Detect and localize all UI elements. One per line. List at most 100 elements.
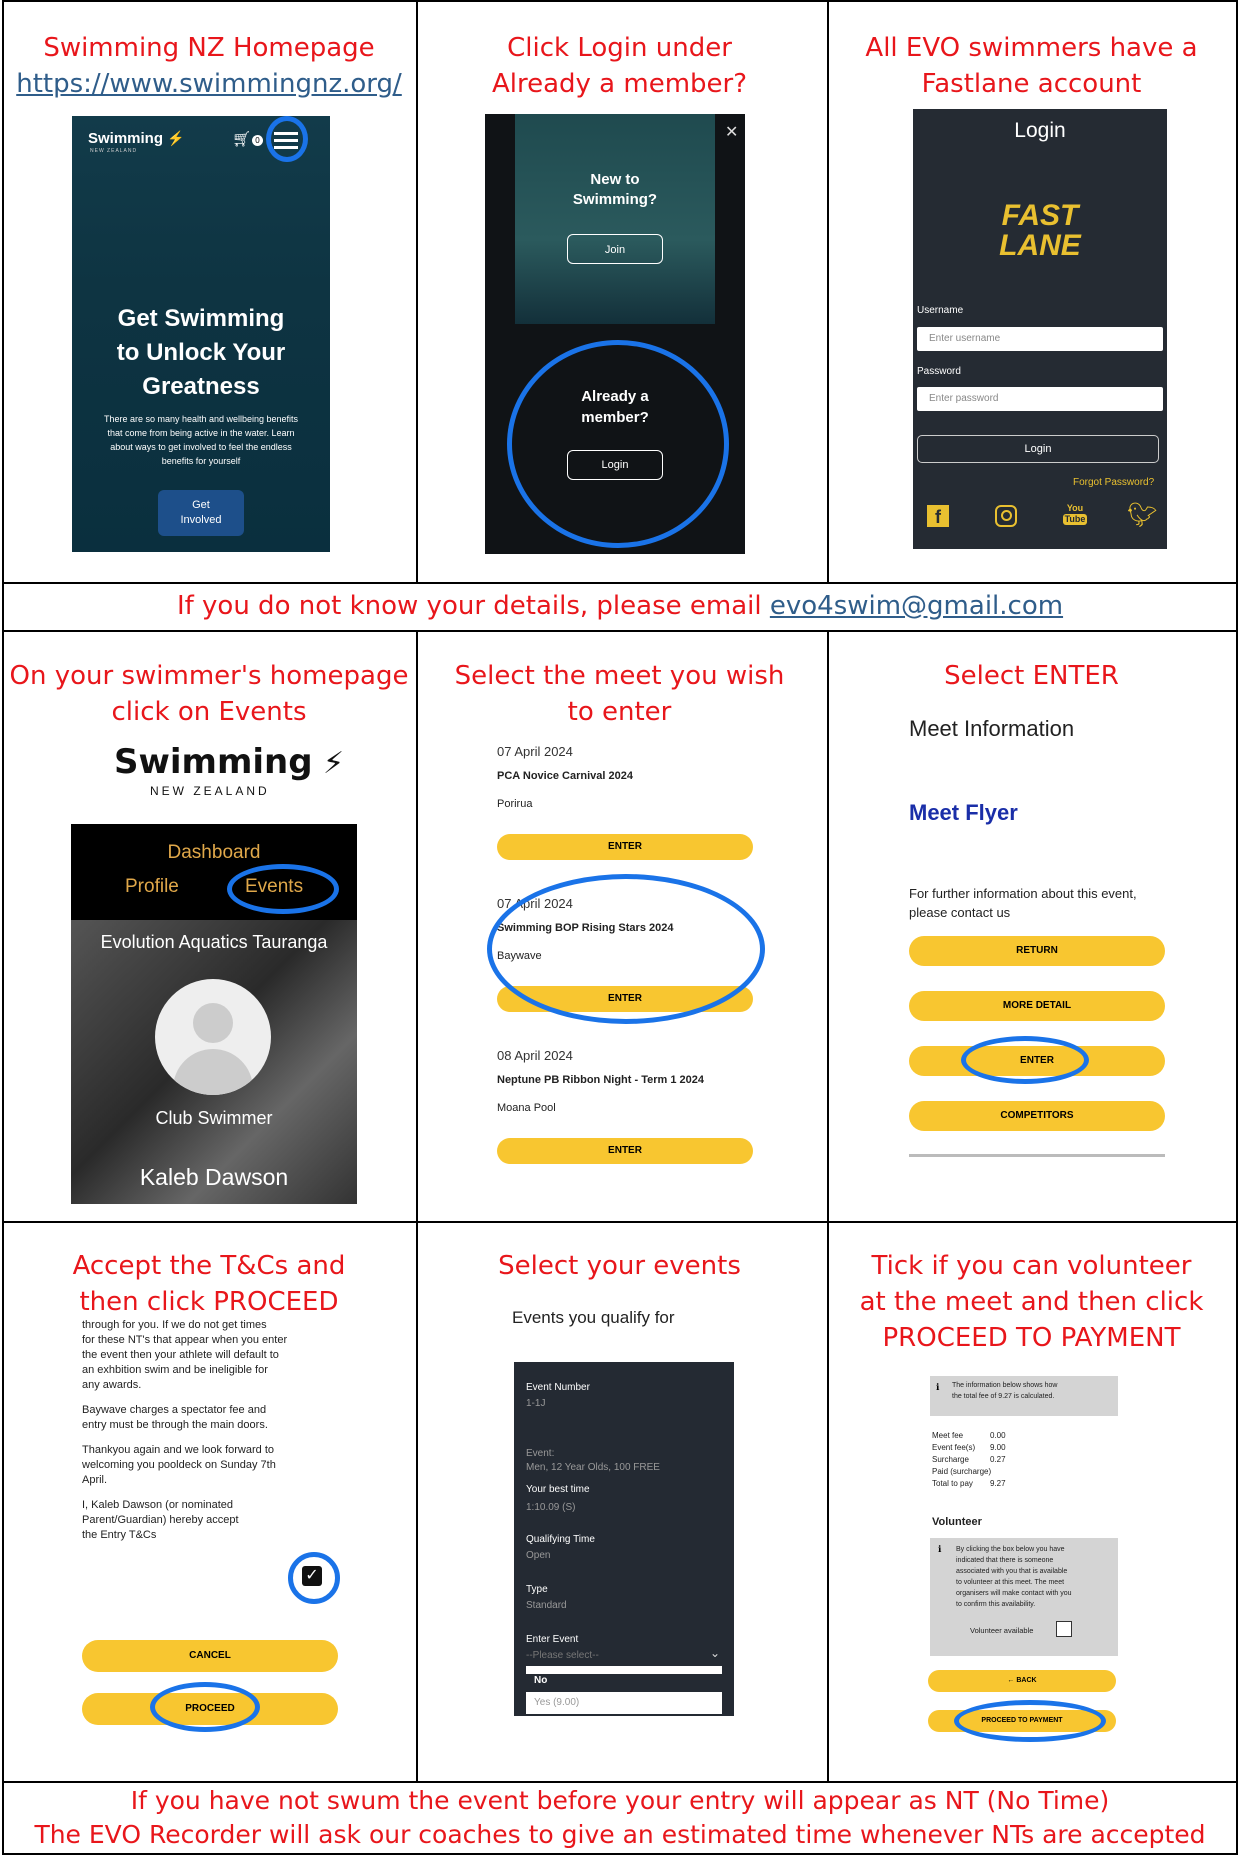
swimmer-role: Club Swimmer (155, 1108, 273, 1128)
fee-label: Paid (surcharge) (932, 1467, 992, 1476)
terms-line: entry must be through the main doors. (82, 1419, 268, 1431)
highlight-circle (487, 874, 765, 1024)
more-detail-button[interactable]: MORE DETAIL (909, 991, 1165, 1021)
hero-title: Get Swimming to Unlock Your Greatness (116, 305, 286, 400)
volunteer-label: Volunteer available (970, 1626, 1034, 1635)
youtube-icon[interactable]: You Tube (1063, 503, 1087, 525)
swimmer-photo (515, 114, 715, 324)
terms-line (82, 1393, 350, 1403)
cancel-button[interactable]: CANCEL (82, 1640, 338, 1672)
instagram-icon[interactable] (995, 505, 1017, 527)
terms-line: April. (82, 1474, 108, 1486)
highlight-circle (227, 864, 339, 914)
caption: Accept the T&Cs and then click PROCEED (72, 1251, 346, 1317)
avatar (155, 979, 271, 1095)
terms-line: any awards. (82, 1379, 142, 1391)
meet-venue: Porirua (497, 798, 533, 810)
highlight-circle (288, 1552, 340, 1604)
competitors-button[interactable]: COMPETITORS (909, 1101, 1165, 1131)
meet-venue: Moana Pool (497, 1102, 556, 1114)
dropdown-option-no[interactable]: No (526, 1666, 722, 1694)
terms-line (82, 1488, 350, 1498)
username-placeholder: Enter username (929, 333, 1001, 344)
select-placeholder[interactable]: --Please select-- (526, 1650, 599, 1661)
meet-date: 08 April 2024 (497, 1048, 573, 1063)
field-label: Enter Event (526, 1634, 579, 1645)
volunteer-line: to volunteer at this meet. The meet (956, 1579, 1065, 1586)
meet-flyer-link[interactable]: Meet Flyer (909, 800, 1018, 826)
fee-row: Meet fee 0.00 (932, 1430, 1112, 1442)
return-button[interactable]: RETURN (909, 936, 1165, 966)
twitter-icon[interactable]: 🐦︎ (1127, 501, 1157, 530)
meet-name: Neptune PB Ribbon Night - Term 1 2024 (497, 1074, 704, 1086)
field-value: Open (526, 1550, 551, 1561)
fastlane-logo: FAST LANE (999, 199, 1081, 262)
fee-label: Total to pay (932, 1479, 973, 1488)
highlight-circle (507, 340, 729, 548)
divider (909, 1154, 1165, 1157)
meet-information-screenshot: Meet Information Meet Flyer For further … (899, 708, 1181, 1168)
highlight-circle (266, 116, 308, 162)
close-icon[interactable]: ✕ (725, 122, 738, 142)
enter-button[interactable]: ENTER (497, 834, 753, 860)
dashboard-link[interactable]: Dashboard (71, 842, 357, 864)
caption: On your swimmer's homepage click on Event… (9, 661, 409, 727)
enter-button[interactable]: ENTER (497, 1138, 753, 1164)
terms-text: through for you. If we do not get times f… (82, 1318, 350, 1543)
terms-line: Thankyou again and we look forward to (82, 1444, 275, 1456)
fee-value: 0.27 (990, 1455, 1006, 1464)
divider (4, 630, 1236, 632)
divider (4, 1221, 1236, 1223)
highlight-circle (961, 1036, 1089, 1084)
volunteer-checkbox[interactable] (1056, 1621, 1072, 1637)
forgot-password-link[interactable]: Forgot Password? (1073, 477, 1154, 488)
homepage-link[interactable]: https://www.swimmingnz.org/ (4, 66, 414, 102)
volunteer-info-text: By clicking the box below you have indica… (956, 1544, 1116, 1610)
divider (416, 630, 418, 1783)
back-button[interactable]: ← BACK (928, 1670, 1116, 1692)
get-involved-button[interactable]: Get Involved (158, 490, 244, 536)
password-input[interactable]: Enter password (917, 387, 1163, 411)
fee-label: Meet fee (932, 1431, 964, 1440)
club-name: Evolution Aquatics Tauranga (100, 932, 328, 952)
fee-row: Event fee(s) 9.00 (932, 1442, 1112, 1454)
meet-date: 07 April 2024 (497, 744, 573, 759)
fee-row: Total to pay 9.27 (932, 1478, 1112, 1490)
divider (4, 582, 1236, 584)
caption: Select your events (498, 1251, 741, 1281)
highlight-circle (150, 1682, 260, 1732)
contact-info: please contact us (909, 905, 1011, 920)
field-label: Type (526, 1584, 548, 1595)
option-label: No (534, 1675, 548, 1686)
email-link[interactable]: evo4swim@gmail.com (770, 591, 1063, 621)
join-button[interactable]: Join (567, 234, 663, 264)
chevron-down-icon[interactable]: ⌄ (710, 1646, 720, 1660)
dropdown-option-yes[interactable]: Yes (9.00) (526, 1692, 722, 1714)
terms-line: through for you. If we do not get times (82, 1319, 267, 1331)
password-placeholder: Enter password (929, 393, 999, 404)
volunteer-line: indicated that there is someone (956, 1557, 1054, 1564)
username-input[interactable]: Enter username (917, 327, 1163, 351)
login-choice-screenshot: ✕ New to Swimming? Join Already a member? … (485, 114, 745, 554)
field-label: Your best time (526, 1484, 590, 1495)
terms-line (82, 1433, 350, 1443)
meet-list-screenshot: 07 April 2024 PCA Novice Carnival 2024 P… (487, 736, 767, 1176)
swimming-nz-logo: Swimming ⚡ (114, 742, 345, 782)
fee-info-text: the total fee of 9.27 is calculated. (952, 1393, 1055, 1400)
cart-count: 0 (252, 135, 263, 146)
profile-link[interactable]: Profile (125, 876, 179, 898)
swimmer-homepage-screenshot: Dashboard Profile Events Evolution Aquat… (71, 824, 357, 1204)
footer-note: If you have not swum the event before yo… (34, 1786, 1206, 1849)
divider (4, 1781, 1236, 1783)
facebook-icon[interactable]: f (927, 505, 949, 527)
caption: Select ENTER (944, 661, 1119, 691)
fee-table: Meet fee 0.00 Event fee(s) 9.00 Surcharge 0.2… (932, 1430, 1112, 1490)
terms-line: for these NT's that appear when you ente… (82, 1334, 288, 1346)
swimmer-name: Kaleb Dawson (139, 1164, 289, 1190)
cart-icon[interactable]: 🛒︎ (232, 130, 251, 148)
logo-subtitle: NEW ZEALAND (150, 784, 270, 798)
login-button[interactable]: Login (917, 435, 1159, 463)
fee-info-box: ℹ The information below shows how the to… (930, 1376, 1118, 1416)
field-value: Event: (526, 1448, 555, 1459)
field-label: Event Number (526, 1382, 590, 1393)
